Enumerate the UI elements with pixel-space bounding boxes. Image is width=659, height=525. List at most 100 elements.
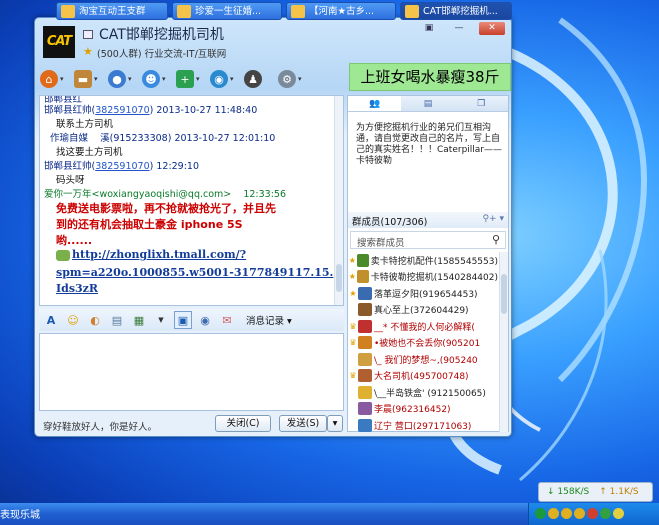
scroll-thumb[interactable] xyxy=(501,274,507,314)
member-row[interactable]: 真心至上(372604429) xyxy=(348,302,498,319)
promo-link[interactable]: Ids3zR xyxy=(56,282,98,295)
taskbar-button[interactable]: 【河南★古乡... xyxy=(286,2,396,20)
avatar xyxy=(358,352,372,366)
member-search-input[interactable]: 搜索群成员 ⚲ xyxy=(350,231,506,249)
group-app-button[interactable]: + ▾ xyxy=(176,68,210,90)
member-name: 李晨(962316452) xyxy=(374,405,451,416)
upload-speed: ↑ 1.1K/S xyxy=(599,487,639,497)
member-name: __* 不懂我的人何必解释( xyxy=(374,322,475,333)
members-header: 群成员(107/306) ⚲+ ▾ xyxy=(348,212,508,228)
minimize-button[interactable]: — xyxy=(449,22,469,35)
group-talk-button[interactable]: ● ▾ xyxy=(108,68,142,90)
restore-button[interactable]: ▣ xyxy=(419,22,439,35)
ad-banner[interactable]: 上班女喝水暴瘦38斤 xyxy=(349,63,511,91)
promo-link[interactable]: spm=a220o.1000855.w5001-3177849117.15. xyxy=(56,266,333,279)
music-button[interactable]: ◉ xyxy=(196,311,214,329)
member-row[interactable]: 辽宁 营口(297171063) xyxy=(348,417,498,434)
member-row[interactable]: ♛ •被她也不会丢你(905201 xyxy=(348,335,498,352)
send-button[interactable]: 发送(S) xyxy=(279,415,327,432)
message-uid[interactable]: 382591070 xyxy=(95,105,149,116)
person-icon: ☻ xyxy=(142,70,160,88)
member-row[interactable]: ★ 落革逗夕阳(919654453) xyxy=(348,285,498,302)
tab-windows[interactable]: ❐ xyxy=(455,96,508,111)
close-window-button[interactable]: ✕ xyxy=(479,22,505,35)
group-subtitle: (500人群) 行业交流-IT/互联网 xyxy=(97,49,227,60)
members-count: 群成员(107/306) xyxy=(352,217,428,228)
member-scrollbar[interactable] xyxy=(499,252,508,432)
message-text: 找这要土方司机 xyxy=(56,147,123,158)
chat-history[interactable]: 邯郸县红 邯郸县红帅(382591070) 2013-10-27 11:48:4… xyxy=(39,95,344,306)
member-row[interactable]: \_ 我们的梦想~,(905240 xyxy=(348,351,498,368)
member-search-placeholder: 搜索群成员 xyxy=(357,238,405,249)
member-row[interactable]: ★ 卡特彼勒挖掘机(1540284402) xyxy=(348,269,498,286)
qq-icon xyxy=(177,5,191,18)
chat-scrollbar[interactable] xyxy=(334,96,343,305)
promo-line: 免费送电影票啦，再不抢就被抢光了，并且先 xyxy=(56,202,276,215)
group-logo: CAT xyxy=(43,26,75,58)
taskbar-start-label[interactable]: 表现乐城 xyxy=(0,506,40,521)
members-menu-icon[interactable]: ▾ xyxy=(499,214,504,224)
display-mode-button[interactable]: ▣ xyxy=(174,311,192,329)
group-police-button[interactable]: ♟ xyxy=(244,68,278,90)
message-sender[interactable]: 邯郸县红帅( xyxy=(44,105,95,116)
format-toolbar: A ☺ ◐ ▤ ▦ ▼ ▣ ◉ ✉ 消息记录 ▾ xyxy=(39,309,344,331)
group-settings-button[interactable]: ⚙ ▾ xyxy=(278,68,312,90)
member-name: 辽宁 营口(297171063) xyxy=(374,421,472,432)
group-share-button[interactable]: ▬ ▾ xyxy=(74,68,108,90)
tray-icon[interactable] xyxy=(535,508,546,519)
home-icon: ⌂ xyxy=(40,70,58,88)
link-icon xyxy=(56,249,70,261)
member-row[interactable]: ♛ __* 不懂我的人何必解释( xyxy=(348,318,498,335)
group-side-panel: 👥 ▤ ❐ 为方便挖掘机行业的弟兄们互相沟通，请自觉更改自己的名片，写上自己的真… xyxy=(347,95,509,432)
folder-icon: ▬ xyxy=(74,70,92,88)
tray-icon[interactable] xyxy=(600,508,611,519)
member-row[interactable]: 李晨(962316452) xyxy=(348,401,498,418)
magic-emoji-button[interactable]: ◐ xyxy=(86,311,104,329)
message-history-button[interactable]: 消息记录 ▾ xyxy=(246,313,292,327)
screenshot-dropdown[interactable]: ▼ xyxy=(152,311,170,329)
taskbar-button[interactable]: 淘宝互动王支群 xyxy=(56,2,168,20)
tray-icon[interactable] xyxy=(561,508,572,519)
member-row[interactable]: ★ 卖卡特挖机配件(1585545553) xyxy=(348,252,498,269)
member-name: \__半岛铁盒' (912150065) xyxy=(374,388,486,399)
send-options-dropdown[interactable]: ▾ xyxy=(327,415,343,432)
group-announcement: 为方便挖掘机行业的弟兄们互相沟通，请自觉更改自己的名片，写上自己的真实姓名！！！… xyxy=(356,123,502,166)
font-button[interactable]: A xyxy=(42,311,60,329)
member-role-icon: ★ xyxy=(349,288,357,298)
member-row[interactable]: ♛ 大名司机(495700748) xyxy=(348,368,498,385)
group-video-button[interactable]: ◉ ▾ xyxy=(210,68,244,90)
tray-icon[interactable] xyxy=(613,508,624,519)
avatar xyxy=(358,369,372,383)
message-sender[interactable]: 邯郸县红帅( xyxy=(44,161,95,172)
tray-icon[interactable] xyxy=(587,508,598,519)
taskbar-button-active[interactable]: CAT邯郸挖掘机... xyxy=(400,2,512,20)
promo-link[interactable]: http://zhonglixh.tmall.com/? xyxy=(72,248,246,261)
tab-flag[interactable]: ▤ xyxy=(401,96,454,111)
scroll-thumb[interactable] xyxy=(336,264,342,292)
taskbar-button[interactable]: 珍爱一生征婚... xyxy=(172,2,282,20)
gift-button[interactable]: ✉ xyxy=(218,311,236,329)
message-input[interactable] xyxy=(39,333,344,411)
avatar xyxy=(358,402,372,416)
message-text: 联系土方司机 xyxy=(56,119,114,130)
tray-icon[interactable] xyxy=(548,508,559,519)
message-header: 邯郸县红帅(382591070) 2013-10-27 11:48:40 xyxy=(44,102,257,116)
message-sender[interactable]: 作瑜自媒 xyxy=(50,133,88,144)
screenshot-button[interactable]: ▦ xyxy=(130,311,148,329)
group-members-button[interactable]: ☻ ▾ xyxy=(142,68,176,90)
search-icon[interactable]: ⚲ xyxy=(492,233,500,246)
add-member-icon[interactable]: ⚲+ xyxy=(482,214,496,224)
tab-announcement[interactable]: 👥 xyxy=(348,96,402,111)
member-name: 落革逗夕阳(919654453) xyxy=(374,289,478,300)
close-button[interactable]: 关闭(C) xyxy=(215,415,271,432)
image-button[interactable]: ▤ xyxy=(108,311,126,329)
message-uid[interactable]: 382591070 xyxy=(95,161,149,172)
group-home-button[interactable]: ⌂ ▾ xyxy=(40,68,74,90)
message-time: ) 12:29:10 xyxy=(149,161,200,172)
member-name: 卖卡特挖机配件(1585545553) xyxy=(370,256,498,267)
windows-icon: ❐ xyxy=(477,98,486,109)
tray-icon[interactable] xyxy=(574,508,585,519)
message-sender[interactable]: 爱你一万年<woxiangyaoqishi@qq.com> xyxy=(44,189,231,200)
emoji-button[interactable]: ☺ xyxy=(64,311,82,329)
member-row[interactable]: \__半岛铁盒' (912150065) xyxy=(348,384,498,401)
